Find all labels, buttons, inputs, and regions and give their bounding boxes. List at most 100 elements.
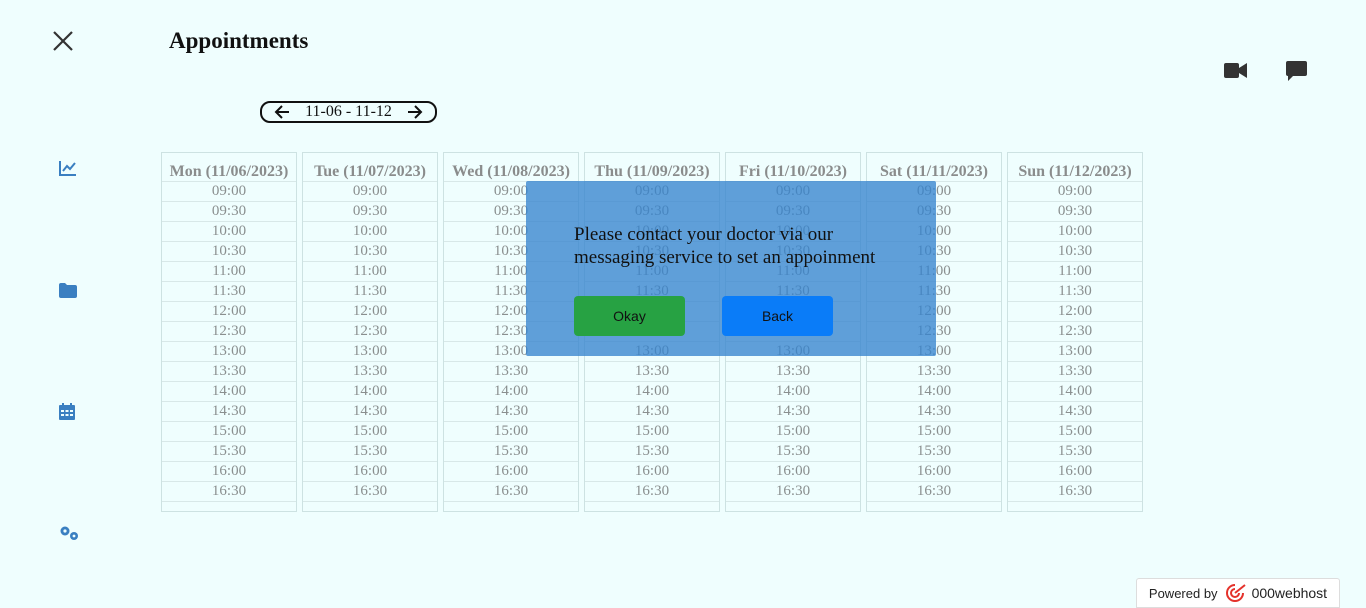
folder-icon[interactable]	[59, 283, 77, 298]
next-week-arrow-icon[interactable]	[407, 105, 423, 119]
time-slot[interactable]: 14:00	[303, 382, 437, 402]
okay-button[interactable]: Okay	[574, 296, 685, 336]
time-slot[interactable]: 14:00	[585, 382, 719, 402]
day-column: Sun (11/12/2023) 09:00 09:30 10:00 10:30 11:0…	[1007, 152, 1143, 512]
time-slot[interactable]: 14:30	[444, 402, 578, 422]
day-header: Tue (11/07/2023)	[303, 153, 437, 182]
time-slot[interactable]: 14:30	[1008, 402, 1142, 422]
time-slot[interactable]: 15:30	[444, 442, 578, 462]
time-slot[interactable]: 10:00	[1008, 222, 1142, 242]
time-slot[interactable]: 14:30	[726, 402, 860, 422]
time-slot[interactable]: 15:30	[867, 442, 1001, 462]
time-slot[interactable]: 16:30	[303, 482, 437, 502]
time-slot[interactable]: 11:00	[303, 262, 437, 282]
time-slot[interactable]: 16:30	[867, 482, 1001, 502]
time-slot[interactable]: 15:30	[726, 442, 860, 462]
time-slot[interactable]: 10:00	[162, 222, 296, 242]
time-slot[interactable]: 13:30	[444, 362, 578, 382]
time-slot[interactable]: 16:30	[585, 482, 719, 502]
time-slot[interactable]: 11:30	[162, 282, 296, 302]
time-slot[interactable]: 15:00	[444, 422, 578, 442]
day-column: Tue (11/07/2023) 09:00 09:30 10:00 10:30 11:0…	[302, 152, 438, 512]
time-slot[interactable]: 12:00	[162, 302, 296, 322]
time-slot[interactable]: 14:00	[867, 382, 1001, 402]
time-slot[interactable]: 15:00	[1008, 422, 1142, 442]
time-slot[interactable]: 15:30	[1008, 442, 1142, 462]
time-slot[interactable]: 11:30	[1008, 282, 1142, 302]
time-slot[interactable]: 13:30	[303, 362, 437, 382]
time-slot[interactable]: 12:00	[1008, 302, 1142, 322]
time-slot[interactable]: 14:00	[444, 382, 578, 402]
time-slot[interactable]: 10:00	[303, 222, 437, 242]
time-slot[interactable]: 11:30	[303, 282, 437, 302]
time-slot[interactable]: 15:00	[162, 422, 296, 442]
time-slot[interactable]: 16:30	[162, 482, 296, 502]
time-slot[interactable]: 16:00	[444, 462, 578, 482]
time-slot[interactable]: 12:30	[1008, 322, 1142, 342]
time-slot[interactable]: 09:00	[303, 182, 437, 202]
time-slot[interactable]: 10:30	[303, 242, 437, 262]
time-slot[interactable]: 15:00	[303, 422, 437, 442]
time-slot[interactable]: 13:00	[1008, 342, 1142, 362]
time-slot[interactable]: 11:00	[162, 262, 296, 282]
time-slot[interactable]: 16:30	[726, 482, 860, 502]
time-slot[interactable]: 10:30	[162, 242, 296, 262]
time-slot[interactable]: 14:30	[162, 402, 296, 422]
back-button[interactable]: Back	[722, 296, 833, 336]
time-slot[interactable]: 09:30	[1008, 202, 1142, 222]
time-slot[interactable]: 14:00	[162, 382, 296, 402]
time-slot[interactable]: 13:30	[867, 362, 1001, 382]
gears-icon[interactable]	[59, 525, 80, 542]
time-slot[interactable]: 16:00	[585, 462, 719, 482]
time-slot[interactable]: 16:00	[867, 462, 1001, 482]
line-chart-icon[interactable]	[59, 160, 77, 176]
time-slot[interactable]: 09:30	[303, 202, 437, 222]
time-slot[interactable]: 09:00	[1008, 182, 1142, 202]
time-slot[interactable]: 10:30	[1008, 242, 1142, 262]
time-slot[interactable]: 15:30	[162, 442, 296, 462]
time-slot[interactable]: 15:00	[585, 422, 719, 442]
time-slot[interactable]: 15:30	[585, 442, 719, 462]
time-slot[interactable]: 14:30	[303, 402, 437, 422]
powered-by-badge[interactable]: Powered by 000webhost	[1136, 578, 1340, 608]
time-slot[interactable]: 16:30	[1008, 482, 1142, 502]
time-slot[interactable]: 12:30	[303, 322, 437, 342]
time-slot[interactable]: 13:00	[303, 342, 437, 362]
time-slot[interactable]: 16:00	[1008, 462, 1142, 482]
modal-message: Please contact your doctor via our messa…	[574, 224, 876, 268]
week-navigator: 11-06 - 11-12	[260, 101, 437, 123]
time-slot[interactable]: 14:30	[867, 402, 1001, 422]
close-icon[interactable]	[52, 30, 74, 52]
week-range: 11-06 - 11-12	[305, 103, 392, 120]
time-slot[interactable]: 11:00	[1008, 262, 1142, 282]
day-header: Wed (11/08/2023)	[444, 153, 578, 182]
time-slot[interactable]: 14:00	[726, 382, 860, 402]
time-slot[interactable]: 15:00	[867, 422, 1001, 442]
time-slot[interactable]: 14:30	[585, 402, 719, 422]
chat-bubble-icon[interactable]	[1286, 61, 1307, 81]
time-slot[interactable]: 13:30	[726, 362, 860, 382]
day-column: Mon (11/06/2023) 09:00 09:30 10:00 10:30 11:0…	[161, 152, 297, 512]
time-slot[interactable]: 16:00	[303, 462, 437, 482]
day-header: Mon (11/06/2023)	[162, 153, 296, 182]
time-slot[interactable]: 09:00	[162, 182, 296, 202]
time-slot[interactable]: 13:00	[162, 342, 296, 362]
video-camera-icon[interactable]	[1224, 63, 1247, 78]
time-slot[interactable]: 12:30	[162, 322, 296, 342]
prev-week-arrow-icon[interactable]	[274, 105, 290, 119]
time-slot[interactable]: 15:30	[303, 442, 437, 462]
time-slot[interactable]: 13:30	[1008, 362, 1142, 382]
powered-by-text: Powered by	[1148, 585, 1218, 601]
time-slot[interactable]: 13:30	[162, 362, 296, 382]
time-slot[interactable]: 14:00	[1008, 382, 1142, 402]
calendar-icon[interactable]	[59, 403, 75, 420]
time-slot[interactable]: 15:00	[726, 422, 860, 442]
time-slot[interactable]: 16:00	[726, 462, 860, 482]
time-slot[interactable]: 13:30	[585, 362, 719, 382]
time-slot[interactable]: 09:30	[162, 202, 296, 222]
time-slot[interactable]: 12:00	[303, 302, 437, 322]
day-header: Sun (11/12/2023)	[1008, 153, 1142, 182]
time-slot[interactable]: 16:00	[162, 462, 296, 482]
time-slot[interactable]: 16:30	[444, 482, 578, 502]
contact-doctor-modal: Please contact your doctor via our messa…	[526, 181, 936, 356]
